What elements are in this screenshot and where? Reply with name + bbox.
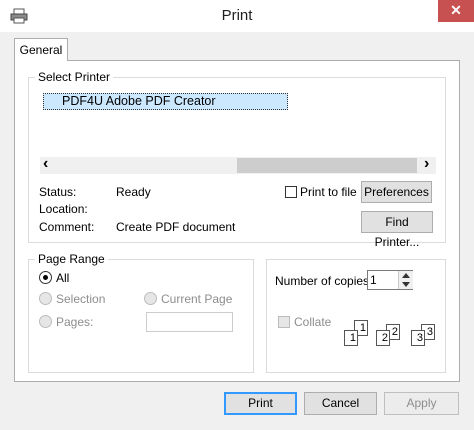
radio-selection-label: Selection [56,292,106,306]
scroll-right-arrow[interactable]: › [424,155,429,173]
radio-all[interactable] [39,271,52,284]
pages-input[interactable] [146,312,233,332]
tab-general[interactable]: General [14,38,68,61]
page-range-legend: Page Range [35,252,108,266]
radio-all-dot [43,275,48,280]
radio-selection[interactable] [39,292,52,305]
collate-page-1-front: 1 [344,330,358,346]
close-button[interactable]: ✕ [438,0,474,22]
select-printer-legend: Select Printer [35,70,114,84]
radio-pages[interactable] [39,315,52,328]
spin-down-icon[interactable] [402,282,410,287]
comment-value: Create PDF document [116,220,236,234]
status-label: Status: [39,185,77,199]
radio-pages-label: Pages: [56,315,94,329]
find-printer-button[interactable]: Find Printer... [361,211,433,249]
print-to-file-checkbox[interactable] [285,186,297,198]
number-of-copies-label: Number of copies: [275,274,373,288]
location-label: Location: [39,202,88,216]
print-button[interactable]: Print [224,392,297,415]
collate-page-2-front: 2 [376,330,390,346]
window-title: Print [221,7,253,24]
collate-label: Collate [294,315,332,329]
collate-page-3-front: 3 [411,330,425,346]
scroll-left-arrow[interactable]: ‹ [43,155,48,173]
radio-current-page-label: Current Page [161,292,233,306]
radio-current-page[interactable] [144,292,157,305]
radio-all-label: All [56,271,70,285]
comment-label: Comment: [39,220,95,234]
print-to-file-label: Print to file [300,185,357,199]
collate-checkbox[interactable] [278,316,290,328]
copies-value: 1 [370,273,377,287]
copies-spinner[interactable] [398,271,413,289]
spin-up-icon[interactable] [402,273,410,278]
printer-item-label: PDF4U Adobe PDF Creator [62,94,216,108]
scrollbar-thumb[interactable] [237,158,417,173]
status-value: Ready [116,185,151,199]
apply-button[interactable]: Apply [384,392,459,415]
cancel-button[interactable]: Cancel [304,392,377,415]
preferences-button[interactable]: Preferences [361,181,432,203]
title-bar: Print ✕ [0,0,474,32]
